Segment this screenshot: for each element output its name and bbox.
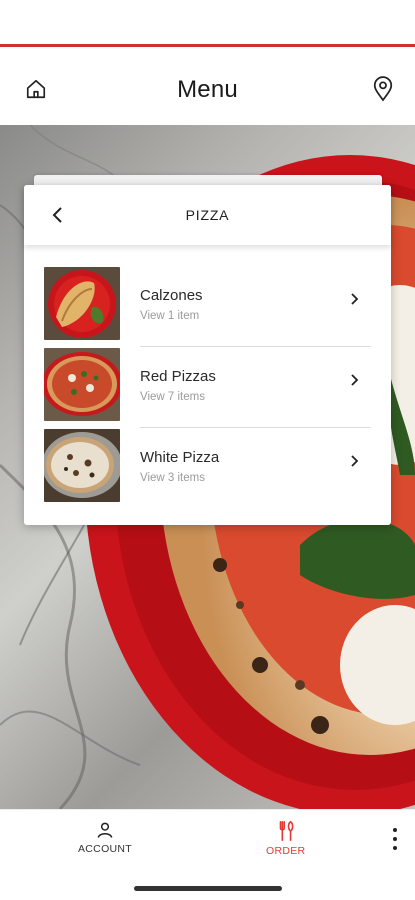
nav-order-label: ORDER xyxy=(266,845,306,857)
card-header: PIZZA xyxy=(24,185,391,245)
category-card: PIZZA Calzones View 1 item Red Pizzas Vi… xyxy=(24,185,391,525)
chevron-right-icon xyxy=(346,371,364,389)
location-button[interactable] xyxy=(365,71,401,107)
category-title: PIZZA xyxy=(185,207,230,223)
app-header: Menu xyxy=(0,47,415,125)
item-count: View 7 items xyxy=(140,391,205,403)
white-pizza-photo xyxy=(44,429,120,502)
calzone-photo xyxy=(44,267,120,340)
home-indicator xyxy=(134,886,282,891)
nav-order[interactable]: ORDER xyxy=(266,820,305,857)
item-count: View 3 items xyxy=(140,472,205,484)
item-name: Calzones xyxy=(140,287,203,304)
fork-knife-icon xyxy=(279,820,294,841)
nav-account[interactable]: ACCOUNT xyxy=(78,820,132,855)
more-vertical-icon[interactable] xyxy=(386,828,404,850)
red-pizza-photo xyxy=(44,348,120,421)
page-title: Menu xyxy=(177,76,238,103)
divider xyxy=(140,346,371,347)
nav-account-label: ACCOUNT xyxy=(78,843,133,855)
item-name: Red Pizzas xyxy=(140,368,216,385)
screen: Menu PIZZA Calzones View 1 item Red Pizz… xyxy=(0,0,415,900)
list-item-calzones[interactable]: Calzones View 1 item xyxy=(24,267,391,347)
list-item-white-pizza[interactable]: White Pizza View 3 items xyxy=(24,429,391,509)
person-icon xyxy=(97,822,113,838)
item-name: White Pizza xyxy=(140,449,220,466)
chevron-right-icon xyxy=(346,290,364,308)
location-pin-icon xyxy=(373,76,393,102)
item-count: View 1 item xyxy=(140,310,200,322)
list-item-red-pizzas[interactable]: Red Pizzas View 7 items xyxy=(24,348,391,428)
chevron-right-icon xyxy=(346,452,364,470)
divider xyxy=(140,427,371,428)
